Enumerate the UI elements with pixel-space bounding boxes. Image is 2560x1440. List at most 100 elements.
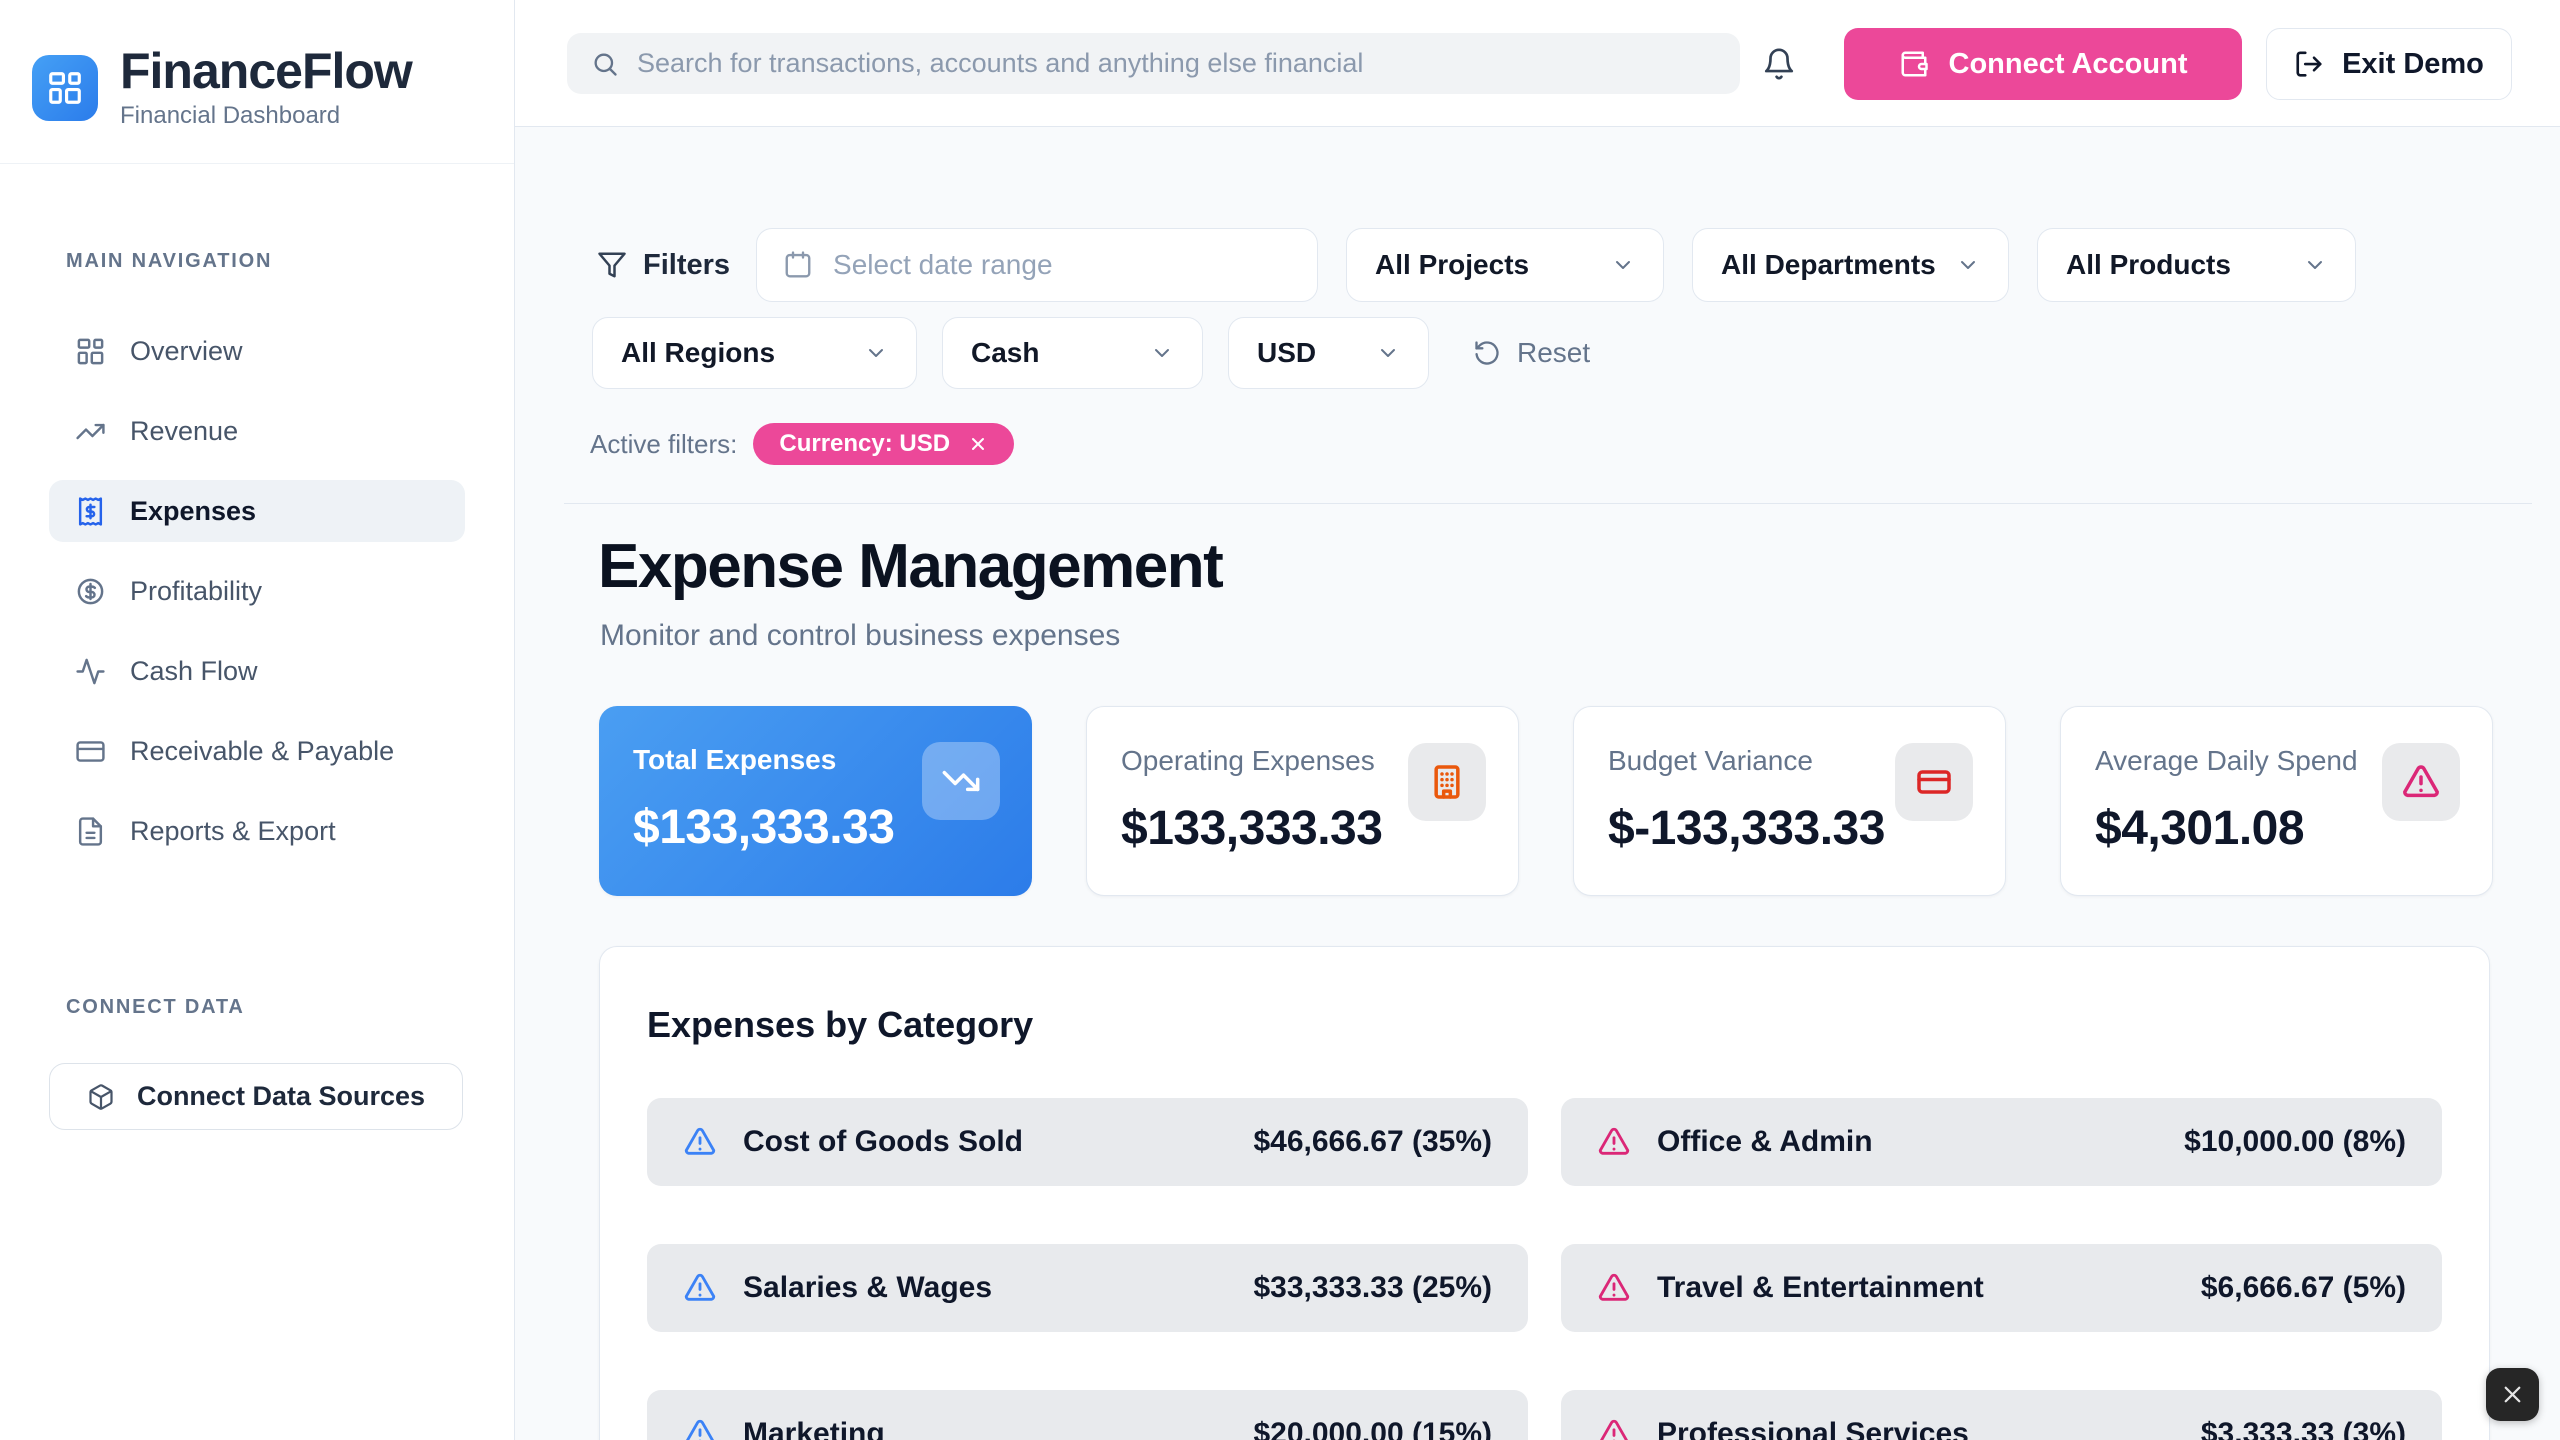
remove-currency-filter-button[interactable] [968,434,988,454]
sidebar-item-overview[interactable]: Overview [49,320,465,382]
stat-value: $133,333.33 [1121,801,1382,856]
category-row-salaries-wages: Salaries & Wages $33,333.33 (25%) [647,1244,1528,1332]
departments-dropdown-value: All Departments [1721,249,1936,281]
chevron-down-icon [2303,253,2327,277]
search-box[interactable] [567,33,1740,94]
alert-triangle-icon [683,1271,717,1305]
brand-text: FinanceFlow Financial Dashboard [120,46,412,130]
alert-triangle-icon [683,1417,717,1440]
alert-triangle-icon [1597,1125,1631,1159]
sidebar-item-revenue[interactable]: Revenue [49,400,465,462]
app-root: FinanceFlow Financial Dashboard MAIN NAV… [0,0,2560,1440]
file-text-icon [75,816,106,847]
trending-up-icon [75,416,106,447]
sidebar-item-cash-flow[interactable]: Cash Flow [49,640,465,702]
sidebar-item-label: Expenses [130,496,256,527]
stat-label: Average Daily Spend [2095,745,2358,777]
activity-icon [75,656,106,687]
sidebar-item-label: Reports & Export [130,816,336,847]
wallet-icon [1899,49,1929,79]
alert-triangle-icon [1597,1417,1631,1440]
departments-dropdown[interactable]: All Departments [1692,228,2009,302]
page-subtitle: Monitor and control business expenses [600,619,1120,653]
filters-row-1: Filters All Projects All Departments [597,228,2356,302]
regions-dropdown-value: All Regions [621,337,775,369]
category-name: Professional Services [1657,1417,1969,1440]
products-dropdown-value: All Products [2066,249,2231,281]
category-row-professional-services: Professional Services $3,333.33 (3%) [1561,1390,2442,1440]
connect-data-heading: CONNECT DATA [66,996,245,1019]
sidebar-item-reports-export[interactable]: Reports & Export [49,800,465,862]
close-overlay-button[interactable] [2486,1368,2539,1421]
sidebar-item-label: Cash Flow [130,656,258,687]
sidebar-item-profitability[interactable]: Profitability [49,560,465,622]
category-name: Cost of Goods Sold [743,1125,1023,1159]
sidebar-item-label: Overview [130,336,243,367]
search-icon [591,50,619,78]
chevron-down-icon [1611,253,1635,277]
filters-label: Filters [643,249,730,282]
regions-dropdown[interactable]: All Regions [592,317,917,389]
sidebar-item-label: Revenue [130,416,238,447]
circle-dollar-icon [75,576,106,607]
sidebar-item-receivable-payable[interactable]: Receivable & Payable [49,720,465,782]
credit-card-icon [75,736,106,767]
active-filters-row: Active filters: Currency: USD [590,423,1014,465]
currency-filter-chip[interactable]: Currency: USD [753,423,1014,465]
brand-block: FinanceFlow Financial Dashboard [0,0,514,164]
category-name: Office & Admin [1657,1125,1873,1159]
connect-account-label: Connect Account [1949,48,2188,81]
nav-section-heading: MAIN NAVIGATION [66,250,272,273]
stat-value: $133,333.33 [633,800,894,855]
close-icon [2499,1381,2526,1408]
package-icon [87,1083,115,1111]
sidebar-item-label: Profitability [130,576,262,607]
category-value: $10,000.00 (8%) [2184,1125,2406,1159]
category-grid: Cost of Goods Sold $46,666.67 (35%) Offi… [647,1098,2442,1440]
notifications-button[interactable] [1755,40,1803,88]
category-row-travel-entertainment: Travel & Entertainment $6,666.67 (5%) [1561,1244,2442,1332]
app-tagline: Financial Dashboard [120,102,412,130]
exit-demo-button[interactable]: Exit Demo [2266,28,2512,100]
filters-row-2: All Regions Cash USD [592,317,1590,389]
products-dropdown[interactable]: All Products [2037,228,2356,302]
stat-card-operating-expenses: Operating Expenses $133,333.33 [1086,706,1519,896]
reset-label: Reset [1517,337,1590,369]
dashboard-icon [46,69,84,107]
connect-data-sources-button[interactable]: Connect Data Sources [49,1063,463,1130]
stat-label: Operating Expenses [1121,745,1375,777]
trending-down-icon [922,742,1000,820]
filters-title: Filters [597,249,730,282]
date-range-input[interactable] [756,228,1318,302]
date-range-field[interactable] [833,249,1291,281]
section-divider [564,503,2532,504]
category-row-cost-of-goods-sold: Cost of Goods Sold $46,666.67 (35%) [647,1098,1528,1186]
main-nav: Overview Revenue Expenses [49,320,465,862]
alert-triangle-icon [683,1125,717,1159]
stat-label: Total Expenses [633,744,836,776]
header: Connect Account Exit Demo [515,0,2560,127]
cash-basis-dropdown[interactable]: Cash [942,317,1203,389]
reset-filters-button[interactable]: Reset [1473,337,1590,369]
cash-basis-dropdown-value: Cash [971,337,1039,369]
chevron-down-icon [864,341,888,365]
close-icon [968,434,988,454]
search-input[interactable] [637,48,1716,79]
category-name: Marketing [743,1417,885,1440]
active-filters-label: Active filters: [590,429,737,460]
sidebar-item-expenses[interactable]: Expenses [49,480,465,542]
brand: FinanceFlow Financial Dashboard [32,46,412,130]
currency-dropdown[interactable]: USD [1228,317,1429,389]
chevron-down-icon [1150,341,1174,365]
category-value: $20,000.00 (15%) [1253,1417,1492,1440]
panel-title: Expenses by Category [647,1003,2489,1047]
exit-demo-label: Exit Demo [2342,48,2484,81]
rotate-ccw-icon [1473,339,1501,367]
category-name: Travel & Entertainment [1657,1271,1984,1305]
app-title: FinanceFlow [120,46,412,96]
connect-account-button[interactable]: Connect Account [1844,28,2242,100]
projects-dropdown[interactable]: All Projects [1346,228,1664,302]
credit-card-icon [1895,743,1973,821]
category-value: $6,666.67 (5%) [2201,1271,2406,1305]
sidebar-item-label: Receivable & Payable [130,736,394,767]
